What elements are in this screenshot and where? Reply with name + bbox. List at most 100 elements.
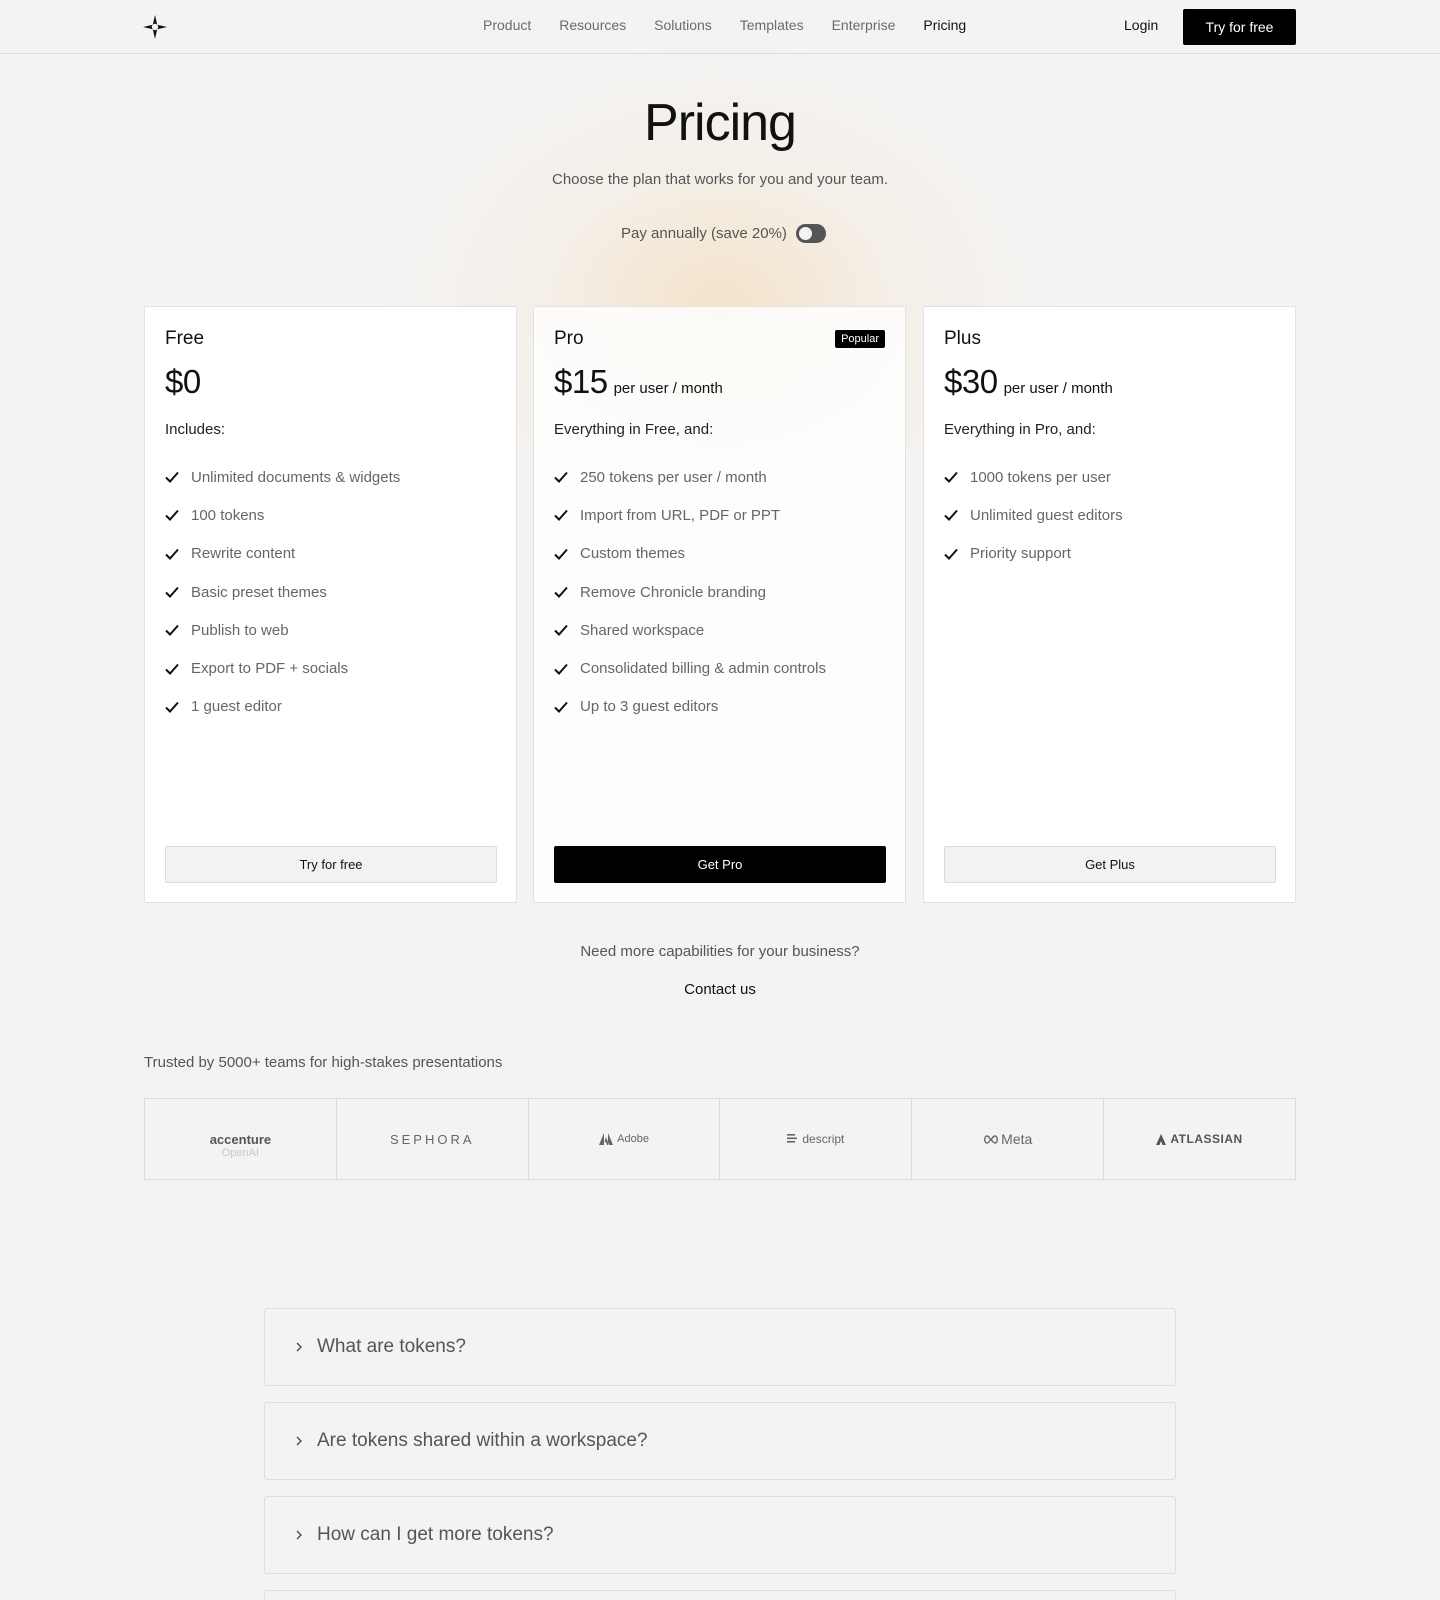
plan-feature-label: Publish to web [191,621,289,639]
plan-price: $15 [554,363,608,400]
get-pro-button[interactable]: Get Pro [554,846,886,883]
nav-link-resources[interactable]: Resources [559,17,626,33]
check-icon [165,663,179,675]
logo-sephora: SEPHORA [337,1099,529,1179]
plan-feature-label: Up to 3 guest editors [580,698,719,716]
annual-billing-toggle[interactable] [795,224,826,243]
plan-price-row: $0 [165,363,201,401]
check-icon [944,510,958,522]
plan-feature-item: Consolidated billing & admin controls [554,649,826,687]
faq-item[interactable]: How can I get more tokens? [264,1496,1176,1574]
brand-logo-icon[interactable] [142,14,168,40]
plan-feature-item: Basic preset themes [165,573,400,611]
nav-link-solutions[interactable]: Solutions [654,17,712,33]
plan-feature-label: Import from URL, PDF or PPT [580,506,781,524]
meta-infinity-icon [984,1134,999,1144]
logo-descript: descript [720,1099,913,1179]
try-for-free-plan-button[interactable]: Try for free [165,846,497,883]
plan-feature-item: Publish to web [165,611,400,649]
nav-link-product[interactable]: Product [483,17,531,33]
plan-price: $30 [944,363,998,400]
page-subtitle: Choose the plan that works for you and y… [551,171,889,188]
plan-includes-heading: Includes: [165,421,226,438]
check-icon [165,471,179,484]
faq-item[interactable]: Are tokens shared within a workspace? [264,1402,1176,1480]
check-icon [554,625,568,637]
plan-feature-label: 250 tokens per user / month [580,468,767,486]
logo-atlassian: ATLASSIAN [1104,1099,1295,1179]
plan-price-row: $30 per user / month [944,363,1113,401]
check-icon [165,701,179,713]
get-plus-button[interactable]: Get Plus [944,846,1276,883]
plan-includes-heading: Everything in Pro, and: [944,421,1096,438]
plan-feature-list: 1000 tokens per user Unlimited guest edit… [944,458,1123,573]
contact-us-link[interactable]: Contact us [0,981,1440,998]
check-icon [165,548,179,560]
logo-accenture: accenture OpenAI [145,1099,337,1179]
plan-card-pro: Pro Popular $15 per user / month Everyth… [533,306,906,903]
plan-feature-item: Shared workspace [554,611,826,649]
plan-feature-label: Unlimited documents & widgets [191,468,401,486]
adobe-icon [599,1133,614,1145]
descript-icon [787,1134,798,1143]
nav-link-pricing[interactable]: Pricing [923,17,966,33]
faq-question: What are tokens? [317,1336,466,1357]
faq-question: Are tokens shared within a workspace? [317,1430,648,1451]
logo-adobe: Adobe [529,1099,721,1179]
try-for-free-button[interactable]: Try for free [1183,9,1296,45]
plan-feature-label: Remove Chronicle branding [580,583,766,601]
plan-name: Free [165,328,205,349]
faq-item-partial[interactable] [264,1590,1176,1600]
check-icon [554,701,568,713]
login-link[interactable]: Login [1124,17,1158,33]
trusted-by-text: Trusted by 5000+ teams for high-stakes p… [144,1054,503,1071]
popular-badge: Popular [835,330,885,348]
plan-feature-item: Priority support [944,535,1123,573]
plan-feature-item: 1000 tokens per user [944,458,1123,496]
nav-link-enterprise[interactable]: Enterprise [832,17,896,33]
atlassian-icon [1156,1133,1167,1145]
plan-feature-label: Custom themes [580,545,686,563]
plan-feature-item: Import from URL, PDF or PPT [554,496,826,534]
nav-link-templates[interactable]: Templates [740,17,804,33]
check-icon [554,510,568,522]
plan-feature-label: 100 tokens [191,506,265,524]
logo-meta: Meta [912,1099,1105,1179]
plan-feature-list: 250 tokens per user / month Import from U… [554,458,826,726]
check-icon [944,471,958,484]
check-icon [165,625,179,637]
billing-toggle-row: Pay annually (save 20%) [621,224,826,243]
faq-question: How can I get more tokens? [317,1524,554,1545]
plan-includes-heading: Everything in Free, and: [554,421,714,438]
check-icon [554,663,568,675]
plan-price: $0 [165,363,201,400]
chevron-right-icon [296,1436,302,1446]
plan-feature-label: Unlimited guest editors [970,506,1123,524]
plan-feature-item: Unlimited documents & widgets [165,458,400,496]
chevron-right-icon [296,1530,302,1540]
plan-feature-item: Rewrite content [165,535,400,573]
check-icon [554,471,568,484]
plan-feature-item: Custom themes [554,535,826,573]
plan-period: per user / month [613,380,723,397]
chevron-right-icon [296,1342,302,1352]
plan-price-row: $15 per user / month [554,363,723,401]
page-title: Pricing [644,94,797,152]
plan-feature-label: Consolidated billing & admin controls [580,660,826,678]
logo-openai-faded: OpenAI [221,1147,260,1159]
plan-period: per user / month [1003,380,1113,397]
toggle-knob [798,227,812,240]
plan-feature-list: Unlimited documents & widgets 100 tokens R… [165,458,400,726]
plan-feature-item: Remove Chronicle branding [554,573,826,611]
plan-name: Pro [554,328,584,349]
faq-item[interactable]: What are tokens? [264,1308,1176,1386]
plan-feature-label: 1000 tokens per user [970,468,1111,486]
check-icon [165,510,179,522]
plan-feature-label: Rewrite content [191,545,296,563]
top-nav: Product Resources Solutions Templates En… [0,0,1440,54]
plan-card-free: Free $0 Includes: Unlimited documents & … [144,306,517,903]
plan-feature-item: 1 guest editor [165,688,400,726]
check-icon [944,548,958,560]
nav-links: Product Resources Solutions Templates En… [483,17,994,33]
billing-toggle-label: Pay annually (save 20%) [621,225,787,242]
